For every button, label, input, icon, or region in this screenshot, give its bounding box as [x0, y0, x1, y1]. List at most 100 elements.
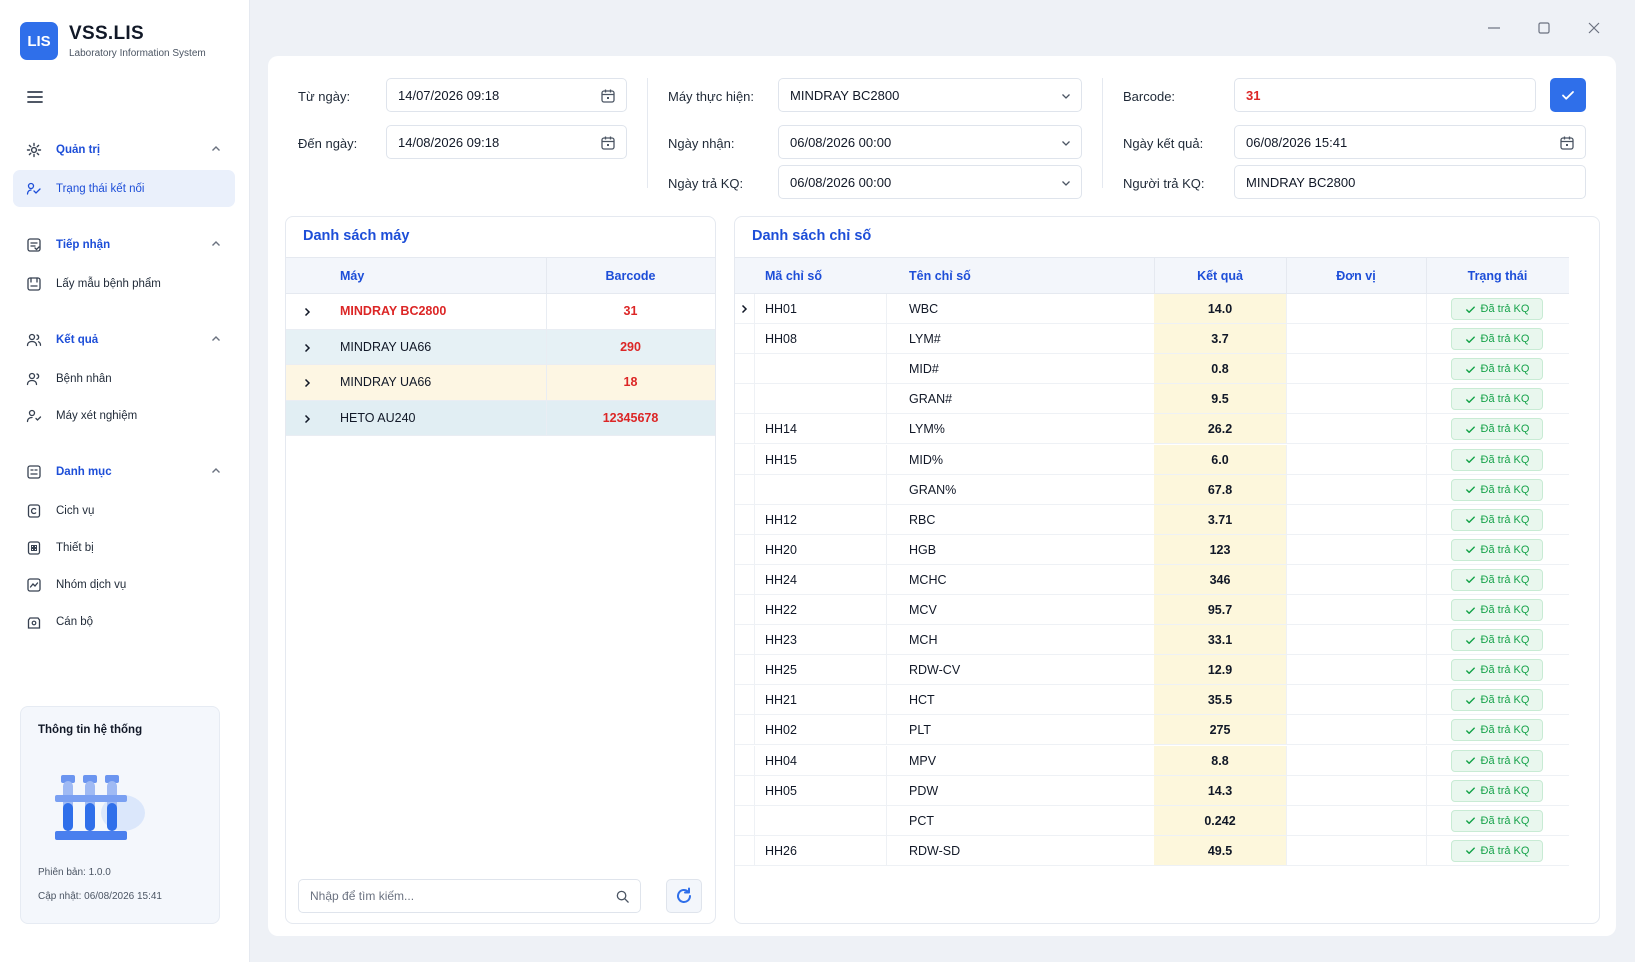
check-icon — [1560, 87, 1576, 103]
index-row[interactable]: GRAN% 67.8 Đã trả KQ — [735, 474, 1569, 505]
confirm-button[interactable] — [1550, 78, 1586, 112]
index-row[interactable]: HH20 HGB 123 Đã trả KQ — [735, 534, 1569, 565]
returner-input[interactable]: MINDRAY BC2800 — [1234, 165, 1586, 199]
chevron-right-icon[interactable] — [739, 304, 749, 314]
index-row[interactable]: HH05 PDW 14.3 Đã trả KQ — [735, 775, 1569, 806]
sidebar-item-cich-vu[interactable]: Cich vụ — [13, 492, 235, 529]
nav-group-quan-tri[interactable]: Quản trị — [13, 130, 235, 170]
index-row[interactable]: HH15 MID% 6.0 Đã trả KQ — [735, 444, 1569, 475]
calendar-icon[interactable] — [1559, 135, 1575, 151]
chevron-up-icon — [211, 239, 221, 249]
sidebar-item-nhom-dich-vu[interactable]: Nhóm dịch vụ — [13, 566, 235, 603]
index-row[interactable]: GRAN# 9.5 Đã trả KQ — [735, 384, 1569, 415]
status-badge: Đã trả KQ — [1451, 659, 1543, 682]
column-header-may[interactable]: Máy — [340, 258, 364, 294]
sidebar-item-lay-mau-benh-pham[interactable]: Lấy mẫu bệnh phẩm — [13, 265, 235, 302]
index-list-card: Danh sách chỉ số Mã chỉ số Tên chỉ số Kế… — [734, 216, 1600, 924]
sidebar-item-may-xet-nghiem[interactable]: Máy xét nghiệm — [13, 397, 235, 434]
column-header-barcode[interactable]: Barcode — [546, 258, 715, 294]
system-info-title: Thông tin hệ thống — [38, 724, 143, 736]
machine-row[interactable]: MINDRAY UA66 18 — [286, 365, 715, 401]
index-row[interactable]: PCT 0.242 Đã trả KQ — [735, 805, 1569, 836]
check-icon — [1465, 424, 1481, 435]
result-date-input[interactable]: 06/08/2026 15:41 — [1234, 125, 1586, 159]
status-label: Đã trả KQ — [1480, 393, 1530, 406]
status-label: Đã trả KQ — [1480, 634, 1530, 647]
status-label: Đã trả KQ — [1480, 483, 1530, 496]
chevron-right-icon[interactable] — [302, 307, 312, 317]
column-header-ket-qua[interactable]: Kết quả — [1154, 258, 1286, 294]
index-code: HH08 — [765, 332, 797, 347]
sidebar-item-thiet-bi[interactable]: Thiết bị — [13, 529, 235, 566]
index-row[interactable]: HH24 MCHC 346 Đã trả KQ — [735, 564, 1569, 595]
returned-date-select[interactable]: 06/08/2026 00:00 — [778, 165, 1082, 199]
index-result: 3.7 — [1211, 332, 1229, 347]
column-header-don-vi[interactable]: Đơn vị — [1286, 258, 1426, 294]
minimize-icon[interactable] — [1486, 20, 1502, 36]
refresh-button[interactable] — [666, 879, 702, 913]
machine-row[interactable]: HETO AU240 12345678 — [286, 400, 715, 436]
calendar-icon[interactable] — [600, 88, 616, 104]
index-list-title: Danh sách chỉ số — [752, 228, 872, 244]
app-title: VSS.LIS — [69, 23, 144, 44]
index-row[interactable]: HH04 MPV 8.8 Đã trả KQ — [735, 745, 1569, 776]
check-icon — [1465, 334, 1481, 345]
index-row[interactable]: HH25 RDW-CV 12.9 Đã trả KQ — [735, 655, 1569, 686]
catalog-icon — [26, 464, 42, 480]
main-panel: Từ ngày: 14/07/2026 09:18 Đến ngày: 14/0… — [268, 56, 1616, 936]
index-result: 14.0 — [1207, 302, 1233, 316]
to-date-input[interactable]: 14/08/2026 09:18 — [386, 125, 627, 159]
from-date-label: Từ ngày: — [298, 89, 351, 104]
barcode-input[interactable]: 31 — [1234, 78, 1536, 112]
machine-row[interactable]: MINDRAY UA66 290 — [286, 329, 715, 365]
index-name: WBC — [909, 302, 939, 316]
nav-group-danh-muc[interactable]: Danh mục — [13, 452, 235, 492]
machine-barcode: 31 — [623, 304, 638, 318]
machine-search-input[interactable]: Nhập để tìm kiếm... — [298, 879, 641, 913]
sidebar-item-can-bo[interactable]: Cán bộ — [13, 603, 235, 640]
index-row[interactable]: HH08 LYM# 3.7 Đã trả KQ — [735, 324, 1569, 355]
status-badge: Đã trả KQ — [1451, 328, 1543, 351]
index-name: MID# — [909, 362, 939, 377]
status-badge: Đã trả KQ — [1451, 568, 1543, 591]
index-row[interactable]: HH02 PLT 275 Đã trả KQ — [735, 715, 1569, 746]
index-row[interactable]: HH21 HCT 35.5 Đã trả KQ — [735, 685, 1569, 716]
status-label: Đã trả KQ — [1480, 543, 1530, 556]
chevron-right-icon[interactable] — [302, 343, 312, 353]
index-name: GRAN# — [909, 392, 953, 407]
calendar-icon[interactable] — [600, 135, 616, 151]
chevron-right-icon[interactable] — [302, 414, 312, 424]
index-row[interactable]: HH14 LYM% 26.2 Đã trả KQ — [735, 414, 1569, 445]
menu-toggle-icon[interactable] — [26, 88, 44, 106]
nav-group-label: Tiếp nhận — [56, 239, 111, 251]
column-header-ma-chi-so[interactable]: Mã chỉ số — [765, 258, 822, 294]
machine-select[interactable]: MINDRAY BC2800 — [778, 78, 1082, 112]
chevron-right-icon[interactable] — [302, 378, 312, 388]
nav-group-ket-qua[interactable]: Kết quả — [13, 320, 235, 360]
sidebar-item-benh-nhan[interactable]: Bệnh nhân — [13, 360, 235, 397]
sidebar-item-label: Bệnh nhân — [56, 372, 112, 385]
from-date-value: 14/07/2026 09:18 — [398, 87, 500, 103]
status-badge: Đã trả KQ — [1451, 719, 1543, 742]
index-row[interactable]: HH26 RDW-SD 49.5 Đã trả KQ — [735, 835, 1569, 866]
received-date-select[interactable]: 06/08/2026 00:00 — [778, 125, 1082, 159]
close-icon[interactable] — [1586, 20, 1602, 36]
status-badge: Đã trả KQ — [1451, 779, 1543, 802]
from-date-input[interactable]: 14/07/2026 09:18 — [386, 78, 627, 112]
sidebar-item-trang-thai-ket-noi[interactable]: Trạng thái kết nối — [13, 170, 235, 207]
machine-name: MINDRAY UA66 — [340, 375, 432, 389]
index-row[interactable]: HH12 RBC 3.71 Đã trả KQ — [735, 504, 1569, 535]
column-header-trang-thai[interactable]: Trạng thái — [1426, 258, 1569, 294]
sidebar: LIS VSS.LIS Laboratory Information Syste… — [0, 0, 250, 962]
index-code: HH01 — [765, 302, 797, 316]
index-row[interactable]: MID# 0.8 Đã trả KQ — [735, 354, 1569, 385]
machine-row[interactable]: MINDRAY BC2800 31 — [286, 294, 715, 330]
nav-group-tiep-nhan[interactable]: Tiếp nhận — [13, 225, 235, 265]
search-icon[interactable] — [615, 889, 630, 904]
index-row[interactable]: HH23 MCH 33.1 Đã trả KQ — [735, 625, 1569, 656]
index-row[interactable]: HH22 MCV 95.7 Đã trả KQ — [735, 595, 1569, 626]
divider — [1102, 78, 1103, 188]
maximize-icon[interactable] — [1536, 20, 1552, 36]
index-row[interactable]: HH01 WBC 14.0 Đã trả KQ — [735, 294, 1569, 325]
column-header-ten-chi-so[interactable]: Tên chỉ số — [909, 258, 971, 294]
